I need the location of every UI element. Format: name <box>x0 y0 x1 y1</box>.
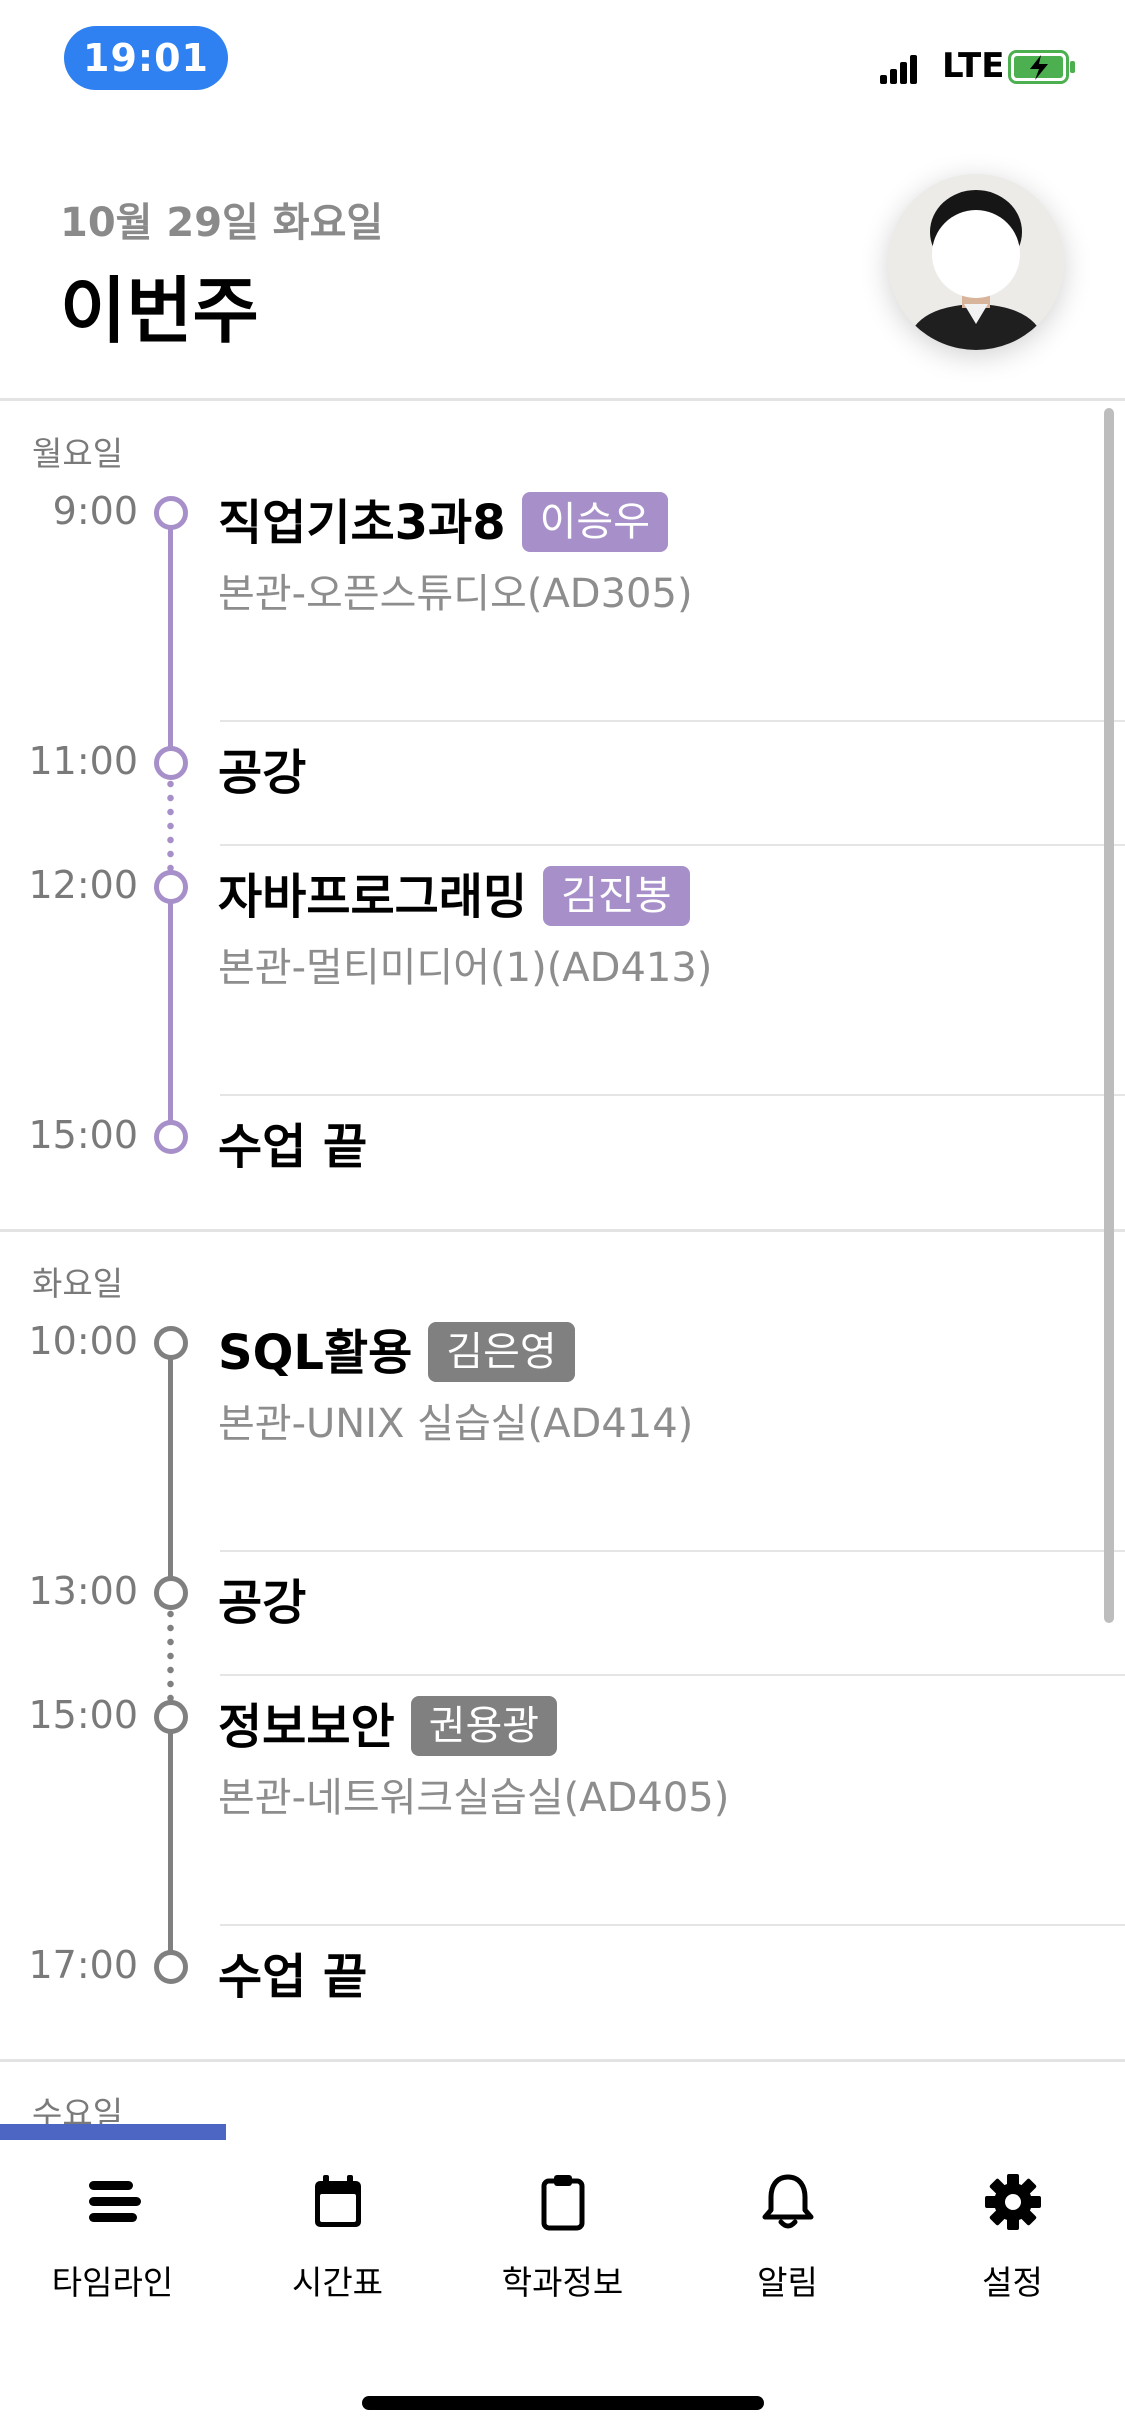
day-label: 화요일 <box>32 1264 124 1303</box>
row-divider <box>220 1674 1125 1676</box>
time-label: 10:00 <box>28 1319 138 1363</box>
subject-name: 공강 <box>218 745 307 801</box>
tab-notifications[interactable]: 알림 <box>675 2170 900 2330</box>
timeline-line <box>168 1357 173 1579</box>
subject-name: SQL활용 <box>218 1325 413 1381</box>
free-period-dotted-line <box>167 1607 174 1703</box>
timeline-node <box>154 1950 188 1984</box>
status-bar: 19:01 LTE <box>0 0 1125 130</box>
tab-timeline[interactable]: 타임라인 <box>0 2170 225 2330</box>
timeline-marker: 수업 끝 <box>218 1937 367 2007</box>
timeline-node <box>154 1700 188 1734</box>
tab-label: 타임라인 <box>51 2263 174 2302</box>
professor-badge: 김진봉 <box>543 866 690 926</box>
timeline-icon <box>88 2181 141 2222</box>
tab-settings[interactable]: 설정 <box>900 2170 1125 2330</box>
tab-label: 설정 <box>982 2263 1043 2302</box>
professor-badge: 권용광 <box>410 1696 558 1756</box>
timeline-node <box>154 1576 188 1610</box>
tab-label: 알림 <box>757 2263 818 2302</box>
row-divider <box>220 1924 1125 1926</box>
page-title: 이번주 <box>60 269 259 353</box>
timeline-marker: 공강 <box>218 733 306 803</box>
free-period-dotted-line <box>167 777 174 873</box>
time-label: 15:00 <box>28 1113 138 1157</box>
timeline-node <box>154 1326 188 1360</box>
current-date: 10월 29일 화요일 <box>60 200 384 246</box>
day-divider <box>0 1229 1125 1232</box>
time-label: 17:00 <box>28 1943 138 1987</box>
timeline-node <box>154 1120 188 1154</box>
class-entry[interactable]: 자바프로그래밍 김진봉 <box>218 857 690 927</box>
timeline-line <box>168 1731 173 1953</box>
time-label: 9:00 <box>52 489 138 533</box>
subject-name: 직업기초3과8 <box>218 495 506 551</box>
class-entry[interactable]: 직업기초3과8 이승우 <box>218 483 669 553</box>
clipboard-icon <box>541 2175 584 2231</box>
active-tab-indicator <box>0 2124 226 2140</box>
timeline-line <box>168 527 173 749</box>
subject-name: 공강 <box>218 1575 307 1631</box>
room-location: 본관-UNIX 실습실(AD414) <box>218 1401 694 1447</box>
page-header: 10월 29일 화요일 이번주 <box>0 160 1125 400</box>
scrollbar[interactable] <box>1104 408 1114 1623</box>
tab-timetable[interactable]: 시간표 <box>225 2170 450 2330</box>
tab-department-info[interactable]: 학과정보 <box>450 2170 675 2330</box>
room-location: 본관-네트워크실습실(AD405) <box>218 1775 730 1821</box>
row-divider <box>220 1550 1125 1552</box>
room-location: 본관-멀티미디어(1)(AD413) <box>218 945 713 991</box>
signal-icon <box>880 54 920 84</box>
subject-name: 수업 끝 <box>218 1119 368 1175</box>
row-divider <box>220 844 1125 846</box>
time-label: 12:00 <box>28 863 138 907</box>
professor-badge: 김은영 <box>428 1322 575 1382</box>
timeline-list[interactable]: 월요일 9:00 직업기초3과8 이승우본관-오픈스튜디오(AD305) 11:00 공강… <box>0 401 1125 2141</box>
professor-badge: 이승우 <box>521 492 669 552</box>
time-label: 11:00 <box>28 739 138 783</box>
day-divider <box>0 2059 1125 2062</box>
calendar-icon <box>314 2175 361 2227</box>
room-location: 본관-오픈스튜디오(AD305) <box>218 571 693 617</box>
timeline-node <box>154 870 188 904</box>
subject-name: 수업 끝 <box>218 1949 368 2005</box>
timeline-line <box>168 901 173 1123</box>
bottom-tab-bar: 타임라인 시간표 학과정보 알림 설정 <box>0 2140 1125 2436</box>
timeline-node <box>154 746 188 780</box>
subject-name: 자바프로그래밍 <box>218 869 528 925</box>
day-label: 월요일 <box>32 434 124 473</box>
row-divider <box>220 1094 1125 1096</box>
tab-label: 시간표 <box>291 2263 384 2302</box>
battery-icon <box>1008 50 1075 84</box>
gear-icon <box>984 2174 1041 2230</box>
time-label: 13:00 <box>28 1569 138 1613</box>
status-time: 19:01 <box>64 26 228 90</box>
class-entry[interactable]: 정보보안 권용광 <box>218 1687 558 1757</box>
time-label: 15:00 <box>28 1693 138 1737</box>
row-divider <box>220 720 1125 722</box>
tab-label: 학과정보 <box>501 2263 624 2302</box>
profile-photo <box>888 174 1064 350</box>
home-indicator[interactable] <box>362 2396 764 2410</box>
timeline-node <box>154 496 188 530</box>
subject-name: 정보보안 <box>218 1699 395 1755</box>
avatar[interactable] <box>888 174 1064 350</box>
bell-icon <box>762 2174 813 2229</box>
timeline-marker: 수업 끝 <box>218 1107 367 1177</box>
timeline-marker: 공강 <box>218 1563 306 1633</box>
network-type: LTE <box>942 46 1005 86</box>
class-entry[interactable]: SQL활용 김은영 <box>218 1313 575 1383</box>
